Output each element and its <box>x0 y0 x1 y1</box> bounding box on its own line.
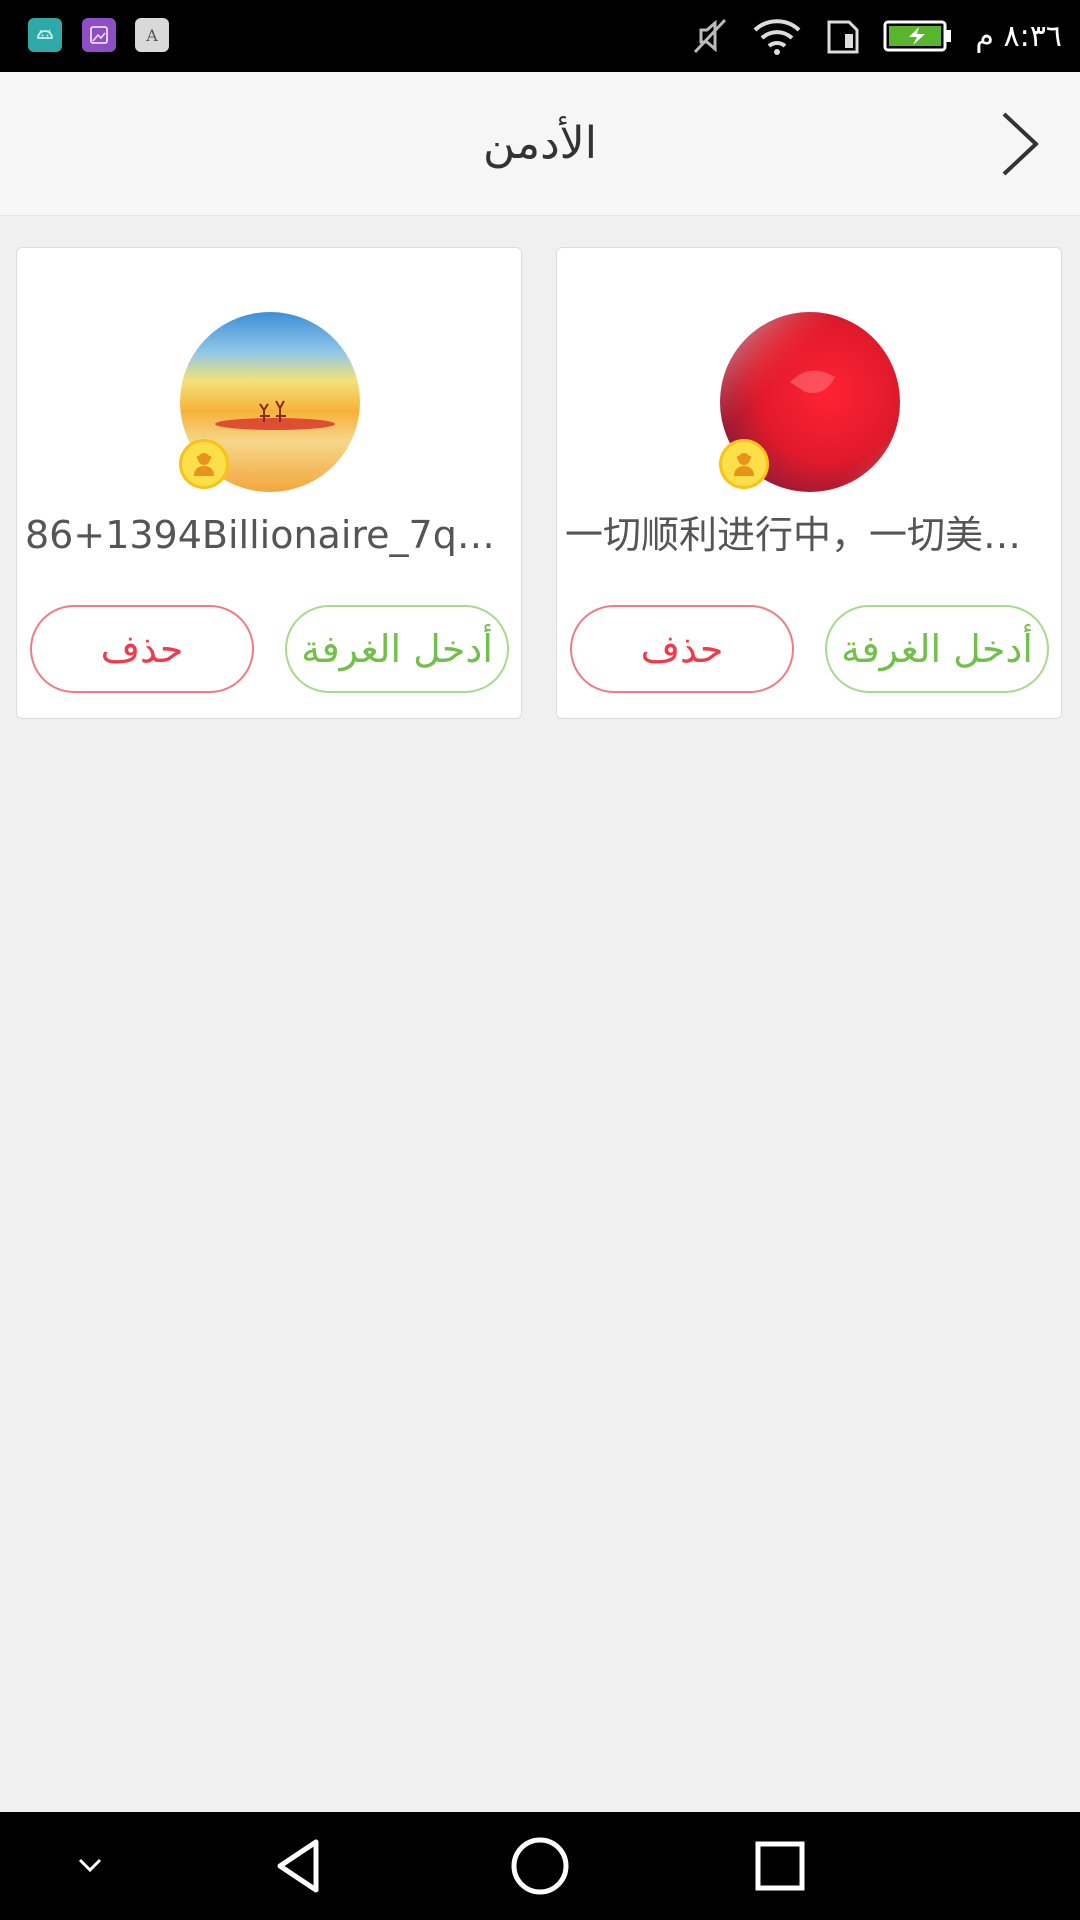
battery-charging-icon <box>883 18 953 54</box>
status-time: ٨:٣٦ م <box>975 18 1062 54</box>
gallery-icon <box>82 18 116 52</box>
svg-text:A: A <box>145 26 158 45</box>
admin-card: 一切顺利进行中，一切美好... حذف أدخل الغرفة <box>556 247 1062 719</box>
delete-button[interactable]: حذف <box>30 605 254 693</box>
sim-icon <box>825 16 861 56</box>
navigation-bar <box>0 1812 1080 1920</box>
page-title: الأدمن <box>483 118 597 169</box>
status-bar: A ٨:٣٦ م <box>0 0 1080 72</box>
collapse-icon[interactable] <box>50 1812 130 1920</box>
mute-icon <box>691 16 729 56</box>
android-icon <box>28 18 62 52</box>
back-triangle-icon[interactable] <box>250 1812 350 1920</box>
app-header: الأدمن <box>0 72 1080 216</box>
chevron-right-icon <box>1002 112 1039 176</box>
wifi-icon <box>751 16 803 56</box>
enter-room-button[interactable]: أدخل الغرفة <box>285 605 509 693</box>
admin-card: 86+1394Billionaire_7q4v9rih حذف أدخل الغ… <box>16 247 522 719</box>
admin-name: 86+1394Billionaire_7q4v9rih <box>25 513 513 557</box>
admin-name: 一切顺利进行中，一切美好... <box>565 513 1053 557</box>
back-button[interactable] <box>982 106 1052 182</box>
font-icon: A <box>135 18 169 52</box>
delete-button[interactable]: حذف <box>570 605 794 693</box>
admin-badge-icon <box>179 439 229 489</box>
recents-square-icon[interactable] <box>730 1812 830 1920</box>
admin-badge-icon <box>719 439 769 489</box>
home-circle-icon[interactable] <box>490 1812 590 1920</box>
enter-room-button[interactable]: أدخل الغرفة <box>825 605 1049 693</box>
